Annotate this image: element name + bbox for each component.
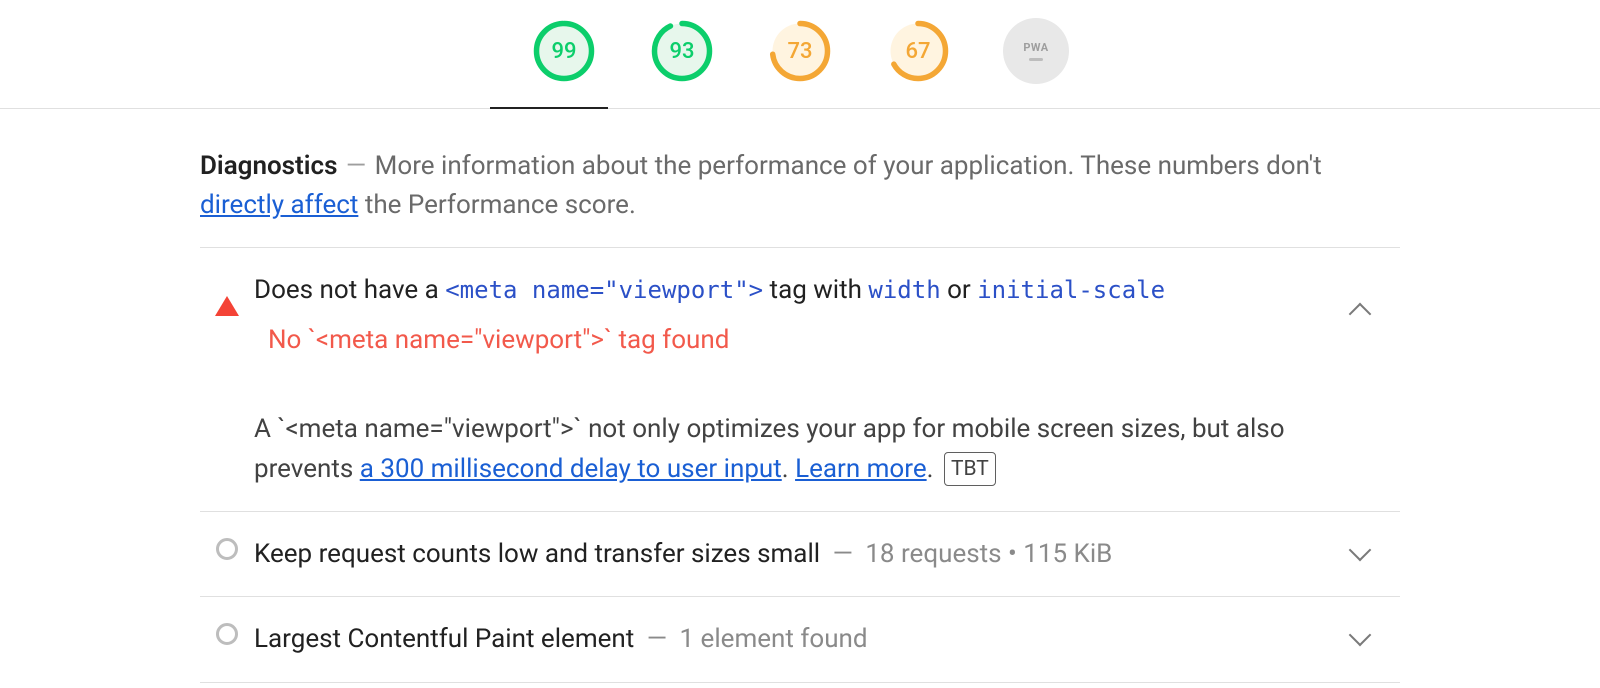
score-value: 73 bbox=[767, 18, 833, 84]
score-value: 67 bbox=[885, 18, 951, 84]
audit-lcp-element-meta: 1 element found bbox=[679, 624, 867, 654]
active-tab-underline bbox=[490, 107, 608, 109]
audit-request-counts-title: Keep request counts low and transfer siz… bbox=[254, 539, 820, 569]
score-gauge-best-practices[interactable]: 73 bbox=[767, 18, 833, 84]
audit-viewport-title: Does not have a <meta name="viewport"> t… bbox=[254, 270, 1340, 310]
neutral-ring-icon bbox=[216, 623, 238, 645]
audit-viewport-subtext: No `<meta name="viewport">` tag found bbox=[268, 320, 1340, 360]
link-300ms-delay[interactable]: a 300 millisecond delay to user input bbox=[360, 454, 782, 484]
pwa-dash-icon bbox=[1029, 58, 1043, 61]
tbt-badge: TBT bbox=[944, 452, 996, 487]
audit-request-counts-meta: 18 requests • 115 KiB bbox=[865, 539, 1112, 569]
audit-viewport-description: A `<meta name="viewport">` not only opti… bbox=[254, 409, 1340, 490]
audit-lcp-element: Largest Contentful Paint element — 1 ele… bbox=[200, 597, 1400, 682]
audit-viewport: Does not have a <meta name="viewport"> t… bbox=[200, 248, 1400, 512]
diagnostics-desc-suffix: the Performance score. bbox=[365, 190, 636, 220]
audit-request-counts-toggle[interactable]: Keep request counts low and transfer siz… bbox=[200, 512, 1400, 596]
chevron-up-icon bbox=[1349, 303, 1372, 326]
diagnostics-link-directly-affect[interactable]: directly affect bbox=[200, 190, 358, 220]
link-learn-more[interactable]: Learn more bbox=[795, 454, 927, 484]
diagnostics-desc-prefix: More information about the performance o… bbox=[375, 151, 1322, 181]
neutral-ring-icon bbox=[216, 538, 238, 560]
chevron-down-icon bbox=[1349, 624, 1372, 647]
fail-triangle-icon bbox=[215, 296, 239, 316]
audit-viewport-toggle[interactable]: Does not have a <meta name="viewport"> t… bbox=[200, 248, 1400, 511]
score-gauge-accessibility[interactable]: 93 bbox=[649, 18, 715, 84]
score-gauges-bar: 99 93 73 bbox=[0, 0, 1600, 109]
diagnostics-title: Diagnostics bbox=[200, 151, 337, 181]
score-gauge-seo[interactable]: 67 bbox=[885, 18, 951, 84]
score-gauge-performance[interactable]: 99 bbox=[531, 18, 597, 84]
score-value: 99 bbox=[531, 18, 597, 84]
audit-lcp-element-title: Largest Contentful Paint element bbox=[254, 624, 634, 654]
audit-request-counts: Keep request counts low and transfer siz… bbox=[200, 512, 1400, 597]
score-gauge-pwa[interactable]: PWA bbox=[1003, 18, 1069, 84]
pwa-label: PWA bbox=[1023, 41, 1048, 54]
diagnostics-header: Diagnostics — More information about the… bbox=[200, 147, 1400, 248]
score-value: 93 bbox=[649, 18, 715, 84]
chevron-down-icon bbox=[1349, 539, 1372, 562]
audit-lcp-element-toggle[interactable]: Largest Contentful Paint element — 1 ele… bbox=[200, 597, 1400, 681]
